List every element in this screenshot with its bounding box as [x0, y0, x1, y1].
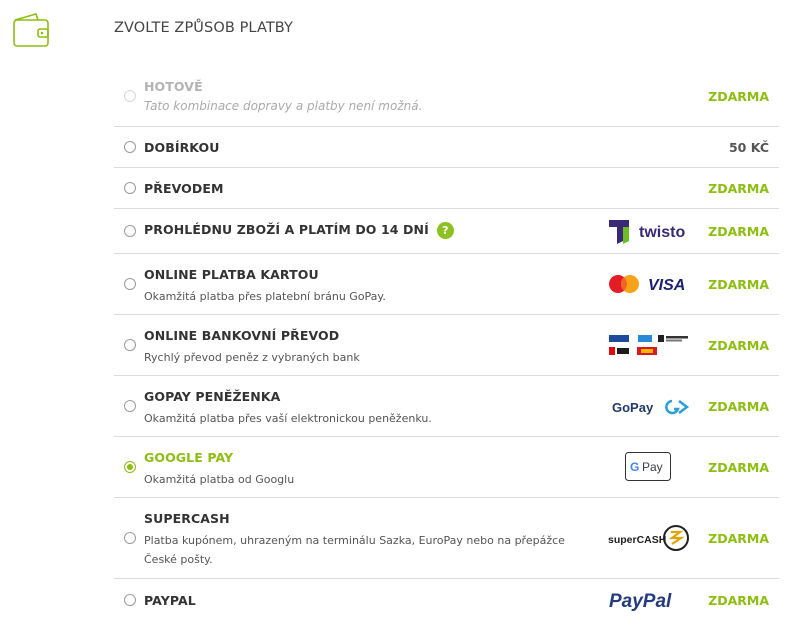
- option-description: Okamžitá platba přes vaší elektronickou …: [144, 412, 432, 425]
- option-name: PŘEVODEM: [144, 181, 224, 196]
- gopay-text: GoPay: [612, 400, 654, 415]
- option-price: ZDARMA: [708, 224, 769, 239]
- paypal-text: PayPal: [609, 591, 672, 612]
- option-name: PAYPAL: [144, 593, 196, 608]
- payment-option-supercash[interactable]: SUPERCASH Platba kupónem, uhrazeným na t…: [114, 498, 779, 579]
- option-description: Okamžitá platba přes platební bránu GoPa…: [144, 290, 386, 303]
- option-name: PROHLÉDNU ZBOŽÍ A PLATÍM DO 14 DNÍ: [144, 222, 429, 237]
- twisto-logo: twisto: [609, 220, 685, 244]
- radio-transfer[interactable]: [124, 182, 136, 194]
- option-price: ZDARMA: [708, 399, 769, 414]
- option-name: DOBÍRKOU: [144, 140, 220, 155]
- radio-card[interactable]: [124, 278, 136, 290]
- payment-methods-list: HOTOVĚ Tato kombinace dopravy a platby n…: [114, 66, 779, 622]
- option-price: 50 KČ: [728, 140, 769, 155]
- option-price: ZDARMA: [708, 277, 769, 292]
- help-icon[interactable]: ?: [436, 222, 454, 239]
- gopay-logo: GoPay: [612, 399, 690, 415]
- payment-option-transfer[interactable]: PŘEVODEM ZDARMA: [114, 168, 779, 209]
- option-name: ONLINE PLATBA KARTOU: [144, 267, 319, 282]
- option-name: GOOGLE PAY: [144, 450, 234, 465]
- google-pay-logo: G Pay: [625, 452, 671, 481]
- option-price: ZDARMA: [708, 531, 769, 546]
- payment-option-cod[interactable]: DOBÍRKOU 50 KČ: [114, 127, 779, 168]
- option-price: ZDARMA: [708, 181, 769, 196]
- paypal-logo: PayPal: [609, 591, 672, 612]
- radio-bank[interactable]: [124, 339, 136, 351]
- svg-text:G: G: [630, 460, 639, 474]
- radio-twisto[interactable]: [124, 225, 136, 237]
- section-title: ZVOLTE ZPŮSOB PLATBY: [114, 20, 294, 36]
- option-price: ZDARMA: [708, 460, 769, 475]
- radio-gopay[interactable]: [124, 400, 136, 412]
- radio-paypal[interactable]: [124, 594, 136, 606]
- option-description: Okamžitá platba od Googlu: [144, 473, 295, 486]
- radio-cash: [124, 90, 136, 102]
- mastercard-visa-logo: VISA: [609, 275, 685, 294]
- option-description: Tato kombinace dopravy a platby není mož…: [144, 99, 423, 113]
- option-price: ZDARMA: [708, 89, 769, 104]
- payment-option-googlepay[interactable]: GOOGLE PAY Okamžitá platba od Googlu G P…: [114, 437, 779, 498]
- radio-supercash[interactable]: [124, 532, 136, 544]
- payment-option-card[interactable]: ONLINE PLATBA KARTOU Okamžitá platba pře…: [114, 254, 779, 315]
- payment-option-paypal[interactable]: PAYPAL PayPal ZDARMA: [114, 579, 779, 622]
- option-price: ZDARMA: [708, 593, 769, 608]
- option-name: GOPAY PENĚŽENKA: [144, 389, 281, 404]
- option-description: Platba kupónem, uhrazeným na terminálu S…: [144, 534, 565, 566]
- twisto-text: twisto: [639, 224, 685, 241]
- payment-option-gopay[interactable]: GOPAY PENĚŽENKA Okamžitá platba přes vaš…: [114, 376, 779, 437]
- payment-option-cash: HOTOVĚ Tato kombinace dopravy a platby n…: [114, 66, 779, 127]
- supercash-logo: superCASH: [608, 525, 689, 551]
- radio-googlepay[interactable]: [124, 461, 136, 473]
- option-description: Rychlý převod peněz z vybraných bank: [144, 351, 360, 364]
- bank-logos: [609, 335, 688, 355]
- visa-text: VISA: [648, 277, 685, 294]
- supercash-text: superCASH: [608, 534, 666, 546]
- radio-cod[interactable]: [124, 141, 136, 153]
- payment-option-bank[interactable]: ONLINE BANKOVNÍ PŘEVOD Rychlý převod pen…: [114, 315, 779, 376]
- payment-option-twisto[interactable]: PROHLÉDNU ZBOŽÍ A PLATÍM DO 14 DNÍ? twis…: [114, 209, 779, 254]
- wallet-icon: [13, 13, 49, 47]
- option-name: SUPERCASH: [144, 511, 230, 526]
- option-name: HOTOVĚ: [144, 79, 203, 94]
- option-price: ZDARMA: [708, 338, 769, 353]
- google-pay-text: Pay: [642, 460, 663, 474]
- option-name: ONLINE BANKOVNÍ PŘEVOD: [144, 328, 340, 343]
